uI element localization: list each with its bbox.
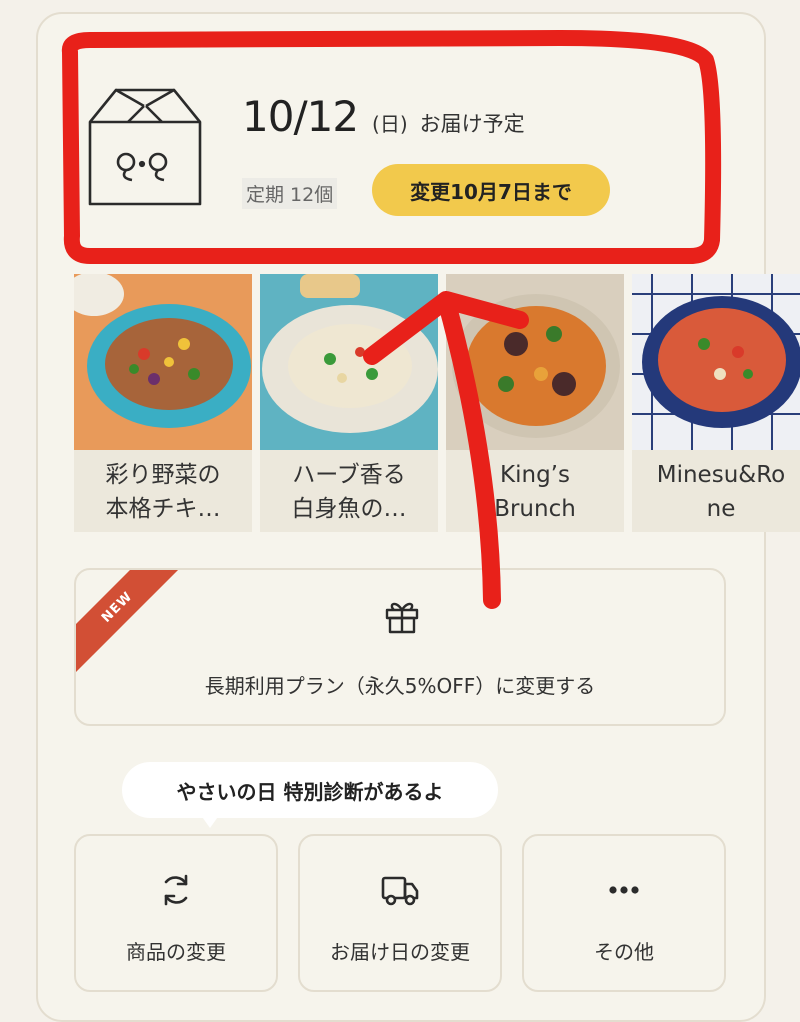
gift-icon [385,602,419,634]
change-deadline-button[interactable]: 変更10月7日まで [372,164,610,216]
food-item-name: King’s Brunch [494,462,576,522]
delivery-label: お届け予定 [419,112,525,136]
vegetable-day-tooltip[interactable]: やさいの日 特別診断があるよ [122,762,498,818]
food-item-image [260,274,438,450]
delivery-date-row: 10/12 (日) お届け予定 [242,92,525,141]
more-icon [609,886,639,894]
long-term-plan-label: 長期利用プラン（永久5%OFF）に変更する [204,674,596,698]
truck-icon [381,876,419,906]
other-options-label: その他 [594,940,654,964]
change-delivery-date-button[interactable]: お届け日の変更 [298,834,502,992]
delivery-weekday: (日) [372,112,408,136]
food-item-image [446,274,624,450]
item-carousel[interactable]: 彩り野菜の 本格チキ… ハーブ香る 白身魚の… King’s Brunch Mi… [74,274,800,532]
delivery-date: 10/12 [242,92,359,141]
change-items-button[interactable]: 商品の変更 [74,834,278,992]
food-item-name: 彩り野菜の 本格チキ… [105,462,221,522]
food-item-name: ハーブ香る 白身魚の… [291,462,407,522]
food-item-card[interactable]: ハーブ香る 白身魚の… [260,274,438,532]
food-item-card[interactable]: Minesu&Ro ne [632,274,800,532]
food-item-card[interactable]: 彩り野菜の 本格チキ… [74,274,252,532]
subscription-plan: 定期 12個 [242,178,338,209]
tooltip-tail [200,814,220,828]
change-delivery-date-label: お届け日の変更 [330,940,470,964]
box-icon [88,88,202,206]
food-item-name: Minesu&Ro ne [656,462,786,522]
long-term-plan-button[interactable]: NEW 長期利用プラン（永久5%OFF）に変更する [74,568,726,726]
other-options-button[interactable]: その他 [522,834,726,992]
food-item-image [632,274,800,450]
new-badge: NEW [76,570,183,673]
change-items-label: 商品の変更 [126,940,226,964]
food-item-card[interactable]: King’s Brunch [446,274,624,532]
refresh-icon [164,874,188,906]
food-item-image [74,274,252,450]
